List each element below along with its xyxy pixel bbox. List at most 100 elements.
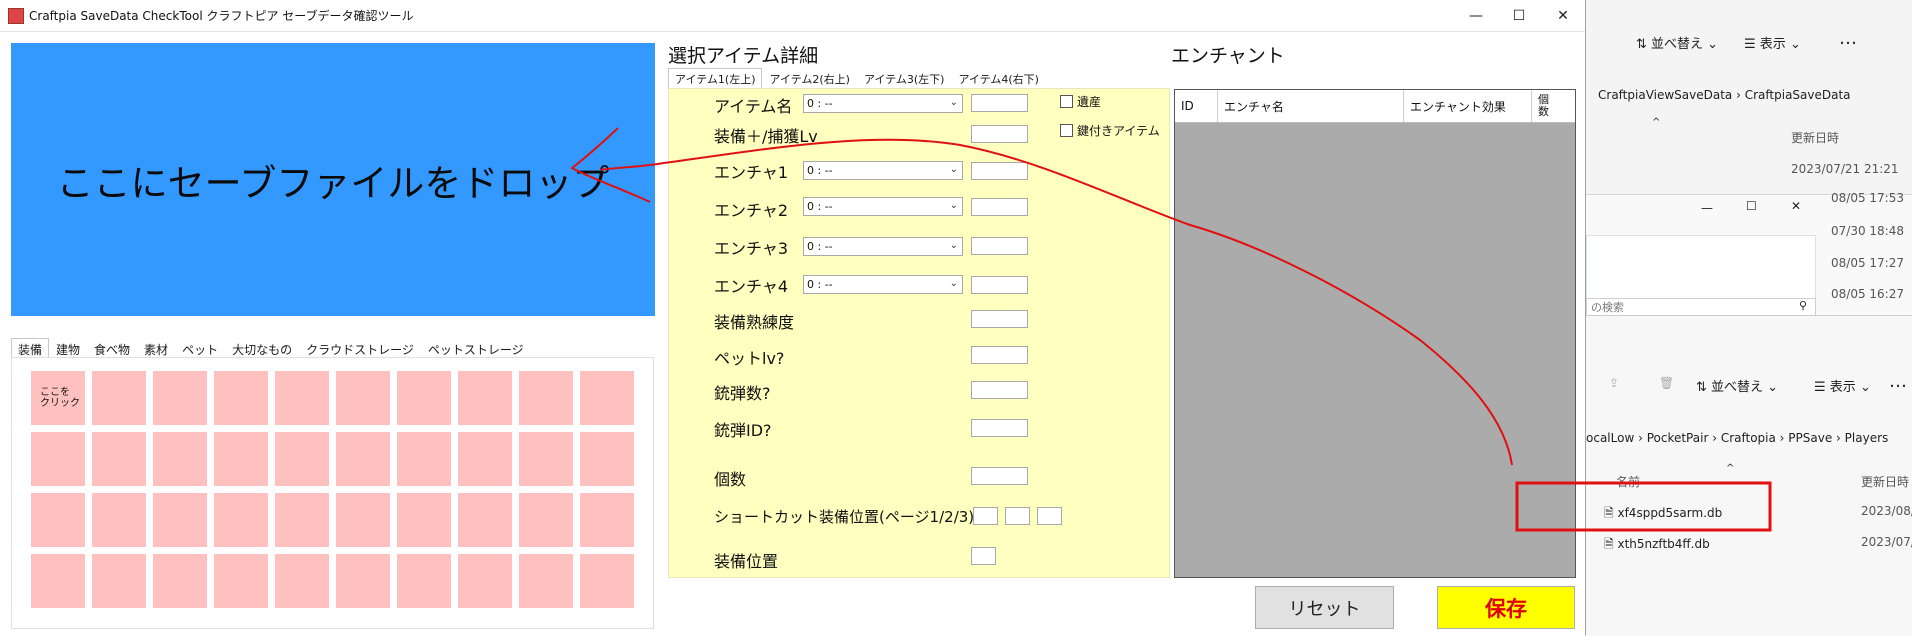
inventory-slot[interactable] xyxy=(458,432,512,486)
enchant2-select[interactable]: 0 : -- ⌄ xyxy=(803,197,963,216)
inventory-slot[interactable] xyxy=(92,554,146,608)
breadcrumb-item[interactable]: ocalLow xyxy=(1586,431,1634,445)
column-date[interactable]: 更新日時 xyxy=(1861,473,1909,490)
item-name-select[interactable]: 0 : -- ⌄ xyxy=(803,94,963,113)
tab-valuables[interactable]: 大切なもの xyxy=(225,338,299,359)
inventory-slot[interactable] xyxy=(580,493,634,547)
enchant3-select[interactable]: 0 : -- ⌄ xyxy=(803,237,963,256)
inventory-slot[interactable] xyxy=(275,371,329,425)
inventory-slot[interactable] xyxy=(31,554,85,608)
col-id[interactable]: ID xyxy=(1175,90,1218,122)
inventory-slot[interactable]: ここを クリック xyxy=(31,371,85,425)
bullets-field[interactable] xyxy=(971,381,1028,399)
count-field[interactable] xyxy=(971,467,1028,485)
tab-buildings[interactable]: 建物 xyxy=(49,338,87,359)
inventory-slot[interactable] xyxy=(458,371,512,425)
tab-materials[interactable]: 素材 xyxy=(137,338,175,359)
inventory-slot[interactable] xyxy=(31,493,85,547)
inventory-slot[interactable] xyxy=(336,371,390,425)
enchant4-select[interactable]: 0 : -- ⌄ xyxy=(803,275,963,294)
enchant-grid[interactable]: ID エンチャ名 エンチャント効果 個 数 xyxy=(1174,89,1576,578)
inventory-slot[interactable] xyxy=(275,554,329,608)
locked-checkbox[interactable]: 鍵付きアイテム xyxy=(1060,122,1160,139)
col-count[interactable]: 個 数 xyxy=(1532,90,1575,122)
enchant2-field[interactable] xyxy=(971,198,1028,216)
file-row[interactable]: 🗎 xf4sppd5sarm.db xyxy=(1604,504,1722,525)
tab-equipment[interactable]: 装備 xyxy=(11,338,50,359)
tab-pet-storage[interactable]: ペットストレージ xyxy=(421,338,531,359)
inventory-slot[interactable] xyxy=(214,432,268,486)
bullet-id-field[interactable] xyxy=(971,419,1028,437)
view-button[interactable]: ☰ 表示 ⌄ xyxy=(1814,376,1871,395)
proficiency-field[interactable] xyxy=(971,310,1028,328)
enchant3-field[interactable] xyxy=(971,237,1028,255)
breadcrumb[interactable]: ocalLow › PocketPair › Craftopia › PPSav… xyxy=(1586,431,1888,445)
tab-item3[interactable]: アイテム3(左下) xyxy=(857,68,951,88)
inventory-slot[interactable] xyxy=(519,432,573,486)
column-name[interactable]: 名前 xyxy=(1616,473,1640,490)
inventory-slot[interactable] xyxy=(31,432,85,486)
inventory-slot[interactable] xyxy=(397,432,451,486)
inventory-slot[interactable] xyxy=(336,432,390,486)
more-button[interactable]: … xyxy=(1839,28,1857,49)
equip-level-field[interactable] xyxy=(971,125,1028,143)
save-button[interactable]: 保存 xyxy=(1437,586,1575,629)
equip-pos-field[interactable] xyxy=(971,547,996,565)
inventory-slot[interactable] xyxy=(519,493,573,547)
breadcrumb-item[interactable]: CraftpiaViewSaveData xyxy=(1598,88,1732,102)
drop-zone[interactable]: ここにセーブファイルをドロップ xyxy=(11,43,655,316)
enchant1-select[interactable]: 0 : -- ⌄ xyxy=(803,161,963,180)
shortcut-page1-field[interactable] xyxy=(973,507,998,525)
inventory-slot[interactable] xyxy=(214,371,268,425)
enchant4-field[interactable] xyxy=(971,276,1028,294)
inventory-slot[interactable] xyxy=(153,493,207,547)
breadcrumb-item[interactable]: Players xyxy=(1845,431,1889,445)
inventory-slot[interactable] xyxy=(580,554,634,608)
close-icon[interactable]: ✕ xyxy=(1791,199,1801,213)
inventory-slot[interactable] xyxy=(275,493,329,547)
shortcut-page3-field[interactable] xyxy=(1037,507,1062,525)
tab-item2[interactable]: アイテム2(右上) xyxy=(762,68,856,88)
share-icon[interactable]: ⇪ xyxy=(1609,376,1619,390)
file-row[interactable]: 🗎 xth5nzftb4ff.db xyxy=(1604,535,1710,556)
inventory-slot[interactable] xyxy=(336,493,390,547)
inventory-slot[interactable] xyxy=(458,554,512,608)
tab-food[interactable]: 食べ物 xyxy=(87,338,137,359)
breadcrumb-item[interactable]: PocketPair xyxy=(1647,431,1709,445)
tab-pets[interactable]: ペット xyxy=(175,338,225,359)
column-date[interactable]: 更新日時 xyxy=(1791,129,1839,146)
sort-button[interactable]: ⇅ 並べ替え ⌄ xyxy=(1696,376,1778,395)
close-button[interactable]: ✕ xyxy=(1540,0,1586,31)
inventory-slot[interactable] xyxy=(580,371,634,425)
minimize-icon[interactable]: — xyxy=(1701,201,1713,215)
delete-icon[interactable]: 🗑 xyxy=(1659,376,1674,390)
inventory-slot[interactable] xyxy=(519,371,573,425)
inventory-slot[interactable] xyxy=(275,432,329,486)
maximize-icon[interactable]: ☐ xyxy=(1746,199,1757,213)
inventory-slot[interactable] xyxy=(519,554,573,608)
inventory-slot[interactable] xyxy=(214,493,268,547)
view-button[interactable]: ☰ 表示 ⌄ xyxy=(1744,33,1801,52)
enchant1-field[interactable] xyxy=(971,162,1028,180)
inventory-slot[interactable] xyxy=(92,493,146,547)
breadcrumb-item[interactable]: PPSave xyxy=(1788,431,1832,445)
inventory-slot[interactable] xyxy=(397,554,451,608)
tab-item4[interactable]: アイテム4(右下) xyxy=(951,68,1045,88)
sort-button[interactable]: ⇅ 並べ替え ⌄ xyxy=(1636,33,1718,52)
inventory-slot[interactable] xyxy=(397,493,451,547)
col-enchant-effect[interactable]: エンチャント効果 xyxy=(1404,90,1532,122)
breadcrumb[interactable]: CraftpiaViewSaveData › CraftpiaSaveData xyxy=(1598,88,1851,102)
inventory-slot[interactable] xyxy=(458,493,512,547)
inventory-slot[interactable] xyxy=(92,432,146,486)
tab-item1[interactable]: アイテム1(左上) xyxy=(668,68,763,88)
shortcut-page2-field[interactable] xyxy=(1005,507,1030,525)
minimize-button[interactable]: — xyxy=(1453,0,1499,31)
inventory-slot[interactable] xyxy=(92,371,146,425)
inventory-slot[interactable] xyxy=(153,371,207,425)
inventory-slot[interactable] xyxy=(397,371,451,425)
inventory-slot[interactable] xyxy=(580,432,634,486)
col-enchant-name[interactable]: エンチャ名 xyxy=(1218,90,1404,122)
inventory-slot[interactable] xyxy=(214,554,268,608)
relic-checkbox[interactable]: 遺産 xyxy=(1060,93,1101,110)
maximize-button[interactable]: ☐ xyxy=(1496,0,1542,31)
